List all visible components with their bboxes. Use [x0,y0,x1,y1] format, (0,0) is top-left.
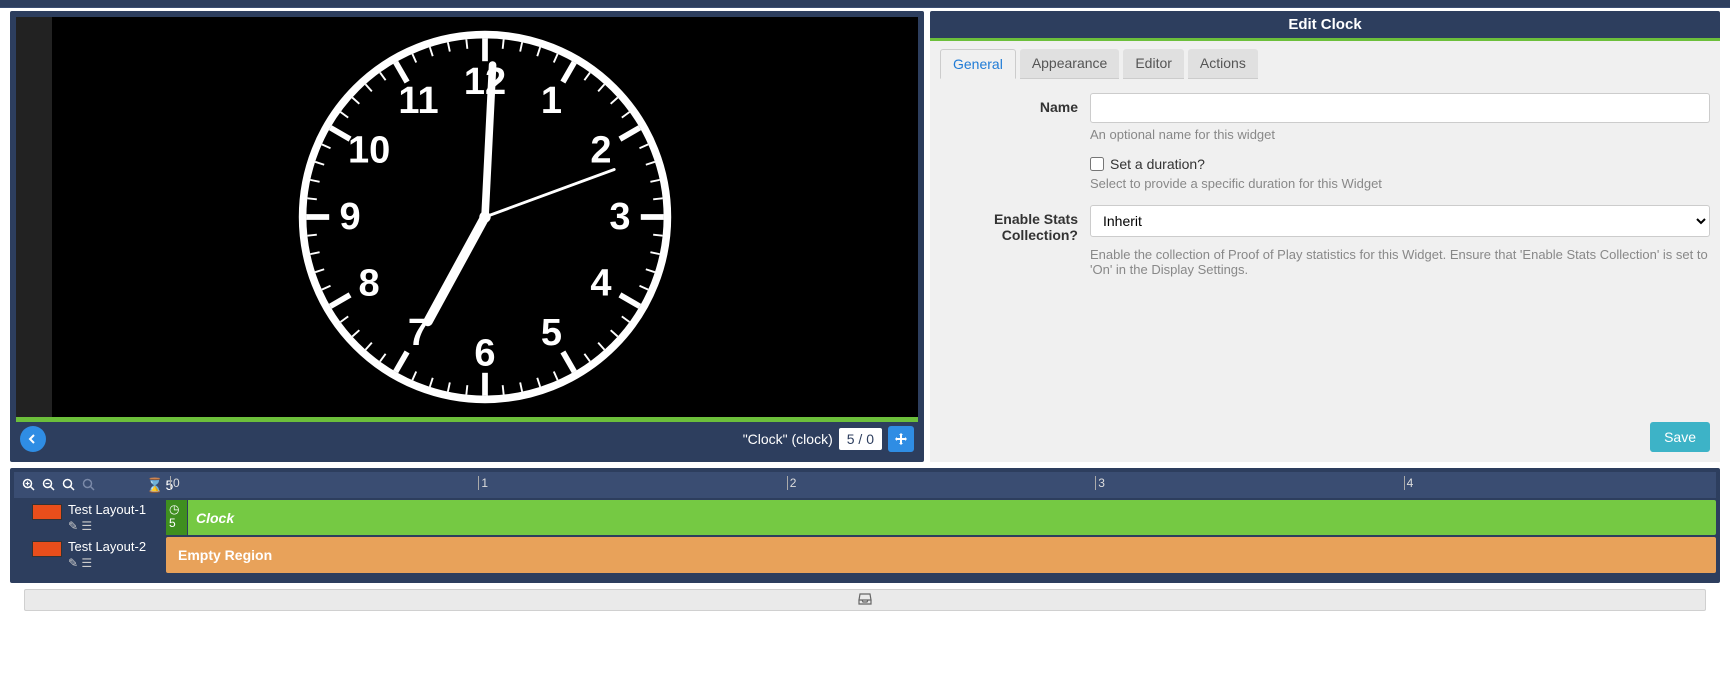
svg-text:1: 1 [541,80,562,122]
preview-area: 12 1 2 3 4 5 6 7 8 9 10 11 [16,17,918,417]
segment-label: Empty Region [178,547,272,563]
ruler-mark-3: 3 [1098,476,1105,490]
preview-toolbar: "Clock" (clock) 5 / 0 [16,422,918,456]
zoom-dim-icon [82,478,96,492]
timeline-header: ⌛ 5 0 1 2 3 4 [14,472,1716,498]
svg-text:3: 3 [609,196,630,238]
svg-text:11: 11 [398,80,438,122]
zoom-out-button[interactable] [40,476,58,494]
preview-caption: "Clock" (clock) [743,431,833,447]
ruler-mark-1: 1 [481,476,488,490]
zoom-out-icon [42,478,56,492]
svg-text:6: 6 [474,333,495,375]
duration-help: Select to provide a specific duration fo… [1090,176,1710,191]
tab-appearance[interactable]: Appearance [1020,49,1120,79]
svg-text:8: 8 [359,262,380,304]
svg-text:4: 4 [590,262,611,304]
edit-panel: Edit Clock General Appearance Editor Act… [930,11,1720,462]
timeline-row-2[interactable]: Test Layout-2 ✎ ☰ Empty Region [14,537,1716,573]
hourglass-icon: ⌛ [146,477,163,494]
preview-panel: 12 1 2 3 4 5 6 7 8 9 10 11 [10,11,924,462]
clock-preview: 12 1 2 3 4 5 6 7 8 9 10 11 [52,17,918,417]
duration-checkbox-label: Set a duration? [1110,156,1205,172]
edit-title: Edit Clock [930,11,1720,38]
bottom-tray[interactable] [24,589,1706,611]
region-actions[interactable]: ✎ ☰ [68,556,162,570]
edit-tabs: General Appearance Editor Actions [940,49,1710,79]
edit-icon[interactable]: ✎ [68,556,78,570]
save-button[interactable]: Save [1650,422,1710,452]
name-label: Name [940,93,1090,123]
edit-icon[interactable]: ✎ [68,519,78,533]
preview-strip [16,17,52,417]
name-input[interactable] [1090,93,1710,123]
arrow-left-icon [27,433,39,445]
stats-select[interactable]: Inherit [1090,205,1710,237]
svg-text:2: 2 [590,129,611,171]
zoom-reset-button[interactable] [60,476,78,494]
tab-editor[interactable]: Editor [1123,49,1184,79]
tray-icon [858,592,872,608]
zoom-in-button[interactable] [20,476,38,494]
svg-text:10: 10 [348,129,390,171]
svg-text:5: 5 [541,312,562,354]
region-swatch [32,504,62,520]
zoom-in-icon [22,478,36,492]
preview-count: 5 / 0 [839,428,882,450]
segment-value: 5 [169,516,184,530]
ruler-mark-0: 0 [173,476,180,490]
tab-actions[interactable]: Actions [1188,49,1258,79]
timeline-segment-clock[interactable]: Clock [188,500,1716,535]
tab-general[interactable]: General [940,49,1016,79]
stats-help: Enable the collection of Proof of Play s… [1090,247,1710,277]
move-icon [894,432,908,446]
list-icon[interactable]: ☰ [81,519,92,533]
duration-checkbox[interactable] [1090,157,1104,171]
timeline-ruler: 0 1 2 3 4 [170,472,1712,498]
region-actions[interactable]: ✎ ☰ [68,519,162,533]
svg-text:9: 9 [340,196,361,238]
timeline-segment-empty[interactable]: Empty Region [166,537,1716,573]
timeline-segment-badge[interactable]: ◷ 5 [166,500,188,535]
timeline-row-1[interactable]: Test Layout-1 ✎ ☰ ◷ 5 Clock [14,500,1716,535]
region-name: Test Layout-1 [68,502,162,517]
name-help: An optional name for this widget [1090,127,1710,142]
back-button[interactable] [20,426,46,452]
region-swatch [32,541,62,557]
ruler-mark-4: 4 [1407,476,1414,490]
clock-face-svg: 12 1 2 3 4 5 6 7 8 9 10 11 [295,27,675,407]
list-icon[interactable]: ☰ [81,556,92,570]
ruler-mark-2: 2 [790,476,797,490]
clock-badge-icon: ◷ [169,502,184,516]
move-button[interactable] [888,426,914,452]
zoom-icon [62,478,76,492]
region-name: Test Layout-2 [68,539,162,554]
svg-text:12: 12 [464,61,506,103]
segment-label: Clock [196,510,234,526]
top-border [0,0,1730,8]
zoom-disabled-button [80,476,98,494]
timeline-panel: ⌛ 5 0 1 2 3 4 Test Layout-1 ✎ ☰ [10,468,1720,583]
stats-label: Enable Stats Collection? [940,205,1090,243]
